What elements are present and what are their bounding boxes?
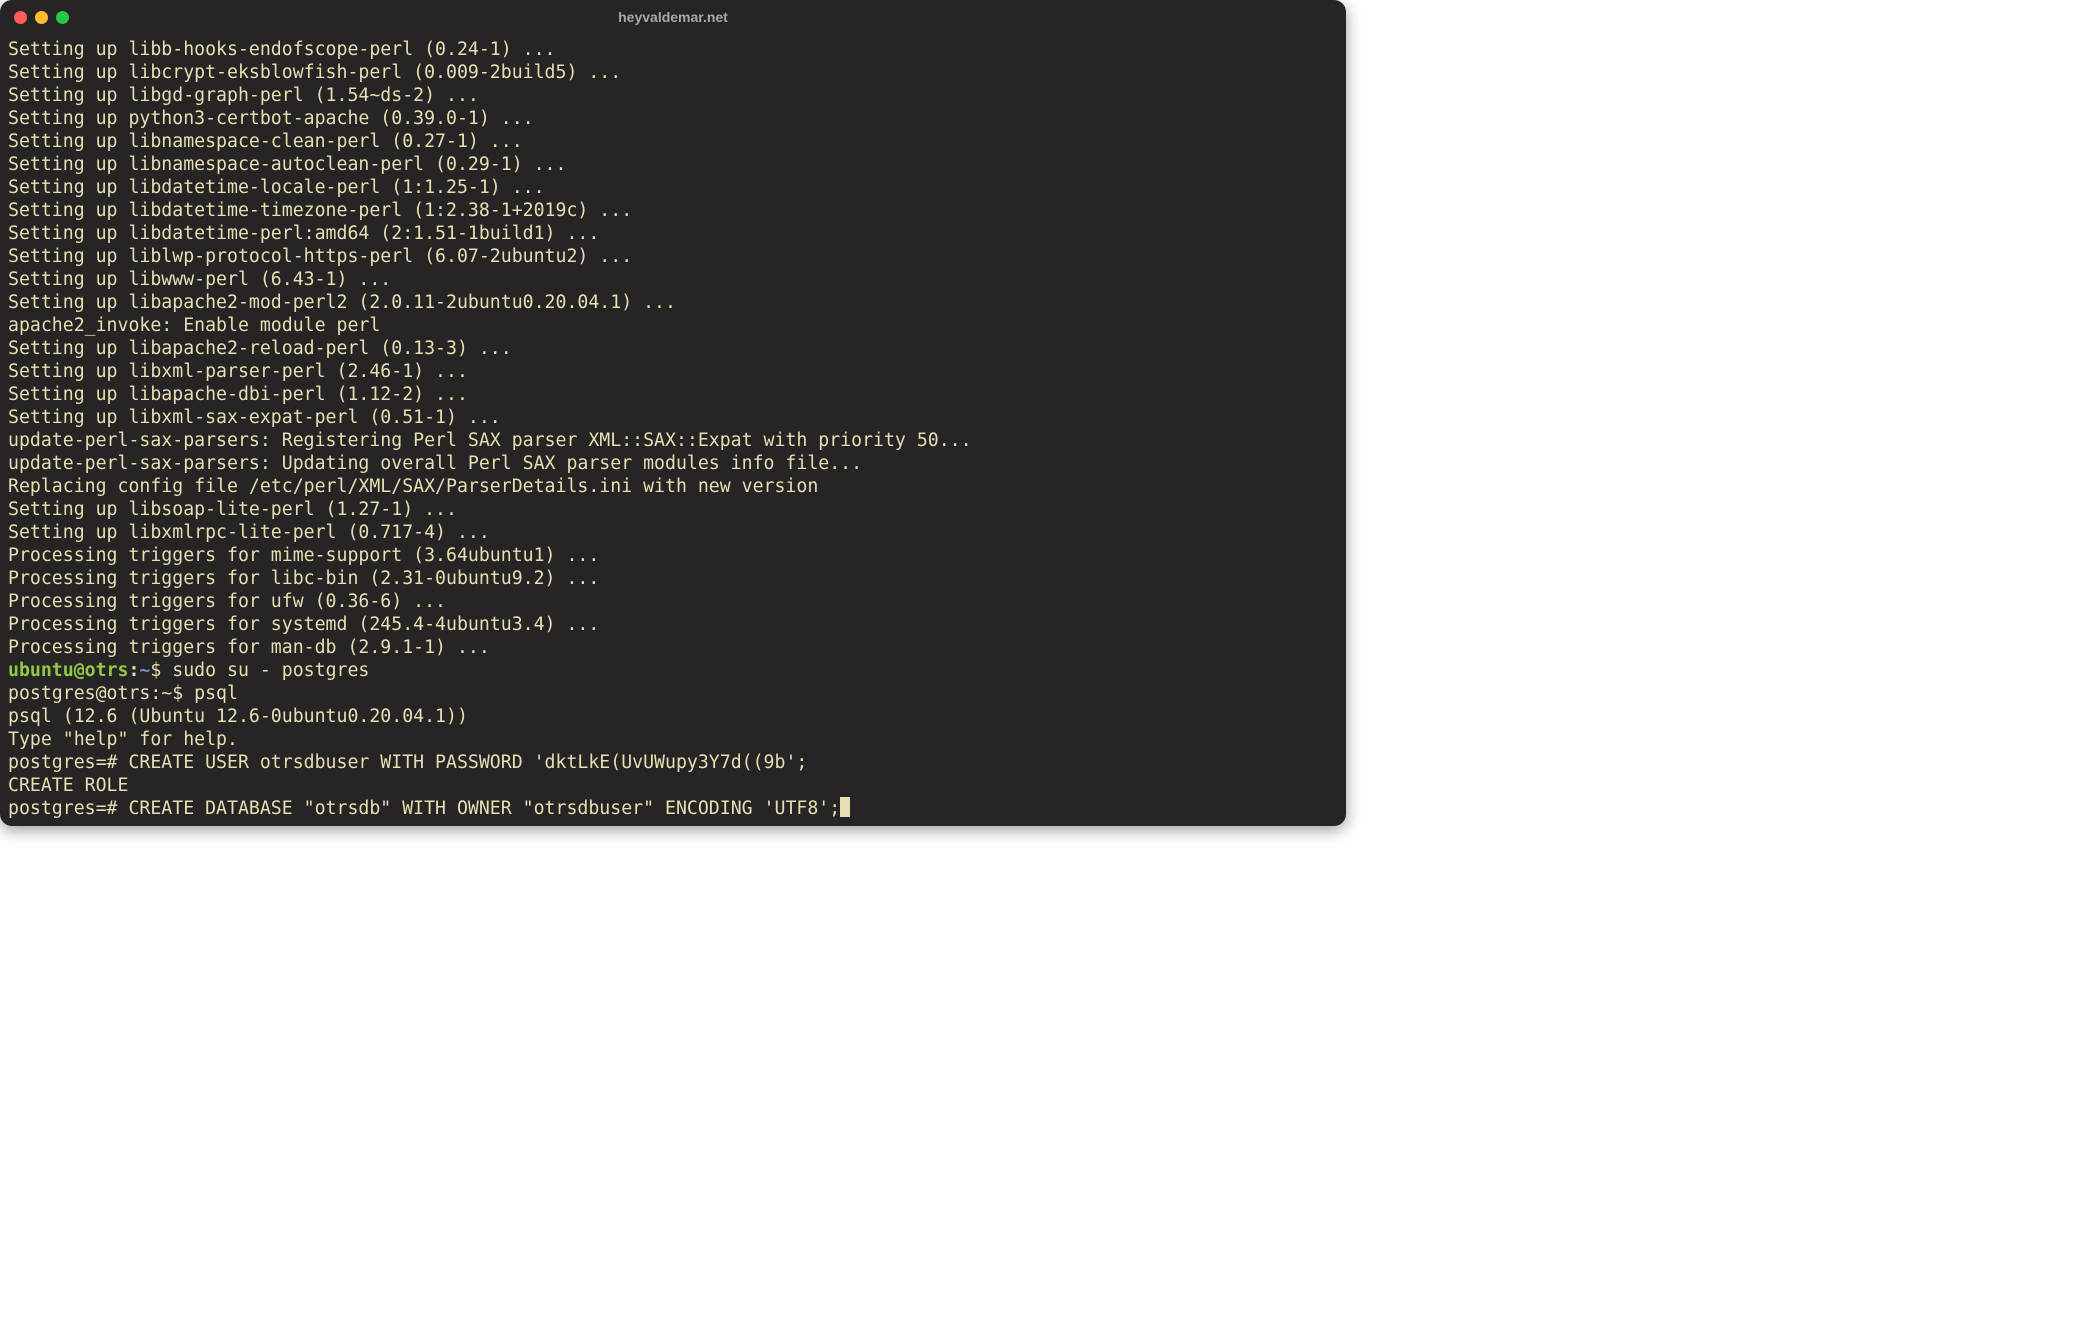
close-icon[interactable] (14, 11, 27, 24)
terminal-window: heyvaldemar.net Setting up libb-hooks-en… (0, 0, 1346, 826)
output-line: Setting up libgd-graph-perl (1.54~ds-2) … (8, 84, 1338, 107)
output-line: Processing triggers for man-db (2.9.1-1)… (8, 636, 1338, 659)
output-line: Processing triggers for ufw (0.36-6) ... (8, 590, 1338, 613)
output-line: Processing triggers for systemd (245.4-4… (8, 613, 1338, 636)
psql-prompt: postgres=# (8, 798, 128, 819)
command-input[interactable]: sudo su - postgres (172, 660, 369, 681)
output-line: Setting up libdatetime-perl:amd64 (2:1.5… (8, 222, 1338, 245)
window-title: heyvaldemar.net (0, 9, 1346, 25)
output-line: update-perl-sax-parsers: Updating overal… (8, 452, 1338, 475)
output-line: Setting up libxml-parser-perl (2.46-1) .… (8, 360, 1338, 383)
output-line: Setting up libsoap-lite-perl (1.27-1) ..… (8, 498, 1338, 521)
output-line: Setting up libxml-sax-expat-perl (0.51-1… (8, 406, 1338, 429)
output-line: update-perl-sax-parsers: Registering Per… (8, 429, 1338, 452)
prompt-prefix: postgres@otrs:~$ (8, 683, 194, 704)
output-line: Setting up liblwp-protocol-https-perl (6… (8, 245, 1338, 268)
prompt-user: ubuntu (8, 660, 74, 681)
terminal-body[interactable]: Setting up libb-hooks-endofscope-perl (0… (0, 34, 1346, 826)
output-line: Setting up python3-certbot-apache (0.39.… (8, 107, 1338, 130)
prompt-line: ubuntu@otrs:~$ sudo su - postgres (8, 659, 1338, 682)
prompt-line: postgres=# CREATE USER otrsdbuser WITH P… (8, 751, 1338, 774)
output-line: CREATE ROLE (8, 774, 1338, 797)
output-line: Setting up libnamespace-clean-perl (0.27… (8, 130, 1338, 153)
output-line: Setting up libnamespace-autoclean-perl (… (8, 153, 1338, 176)
command-input[interactable]: CREATE DATABASE "otrsdb" WITH OWNER "otr… (128, 798, 840, 819)
prompt-sep: : (128, 660, 139, 681)
titlebar: heyvaldemar.net (0, 0, 1346, 34)
output-line: apache2_invoke: Enable module perl (8, 314, 1338, 337)
output-line: Setting up libxmlrpc-lite-perl (0.717-4)… (8, 521, 1338, 544)
output-line: Setting up libdatetime-timezone-perl (1:… (8, 199, 1338, 222)
output-line: Setting up libapache2-reload-perl (0.13-… (8, 337, 1338, 360)
output-line: Setting up libwww-perl (6.43-1) ... (8, 268, 1338, 291)
prompt-path: ~ (139, 660, 150, 681)
cursor-icon (840, 797, 850, 817)
prompt-symbol: $ (150, 660, 172, 681)
prompt-line: postgres=# CREATE DATABASE "otrsdb" WITH… (8, 797, 1338, 820)
output-line: Processing triggers for libc-bin (2.31-0… (8, 567, 1338, 590)
output-line: Setting up libb-hooks-endofscope-perl (0… (8, 38, 1338, 61)
output-line: Setting up libcrypt-eksblowfish-perl (0.… (8, 61, 1338, 84)
output-line: psql (12.6 (Ubuntu 12.6-0ubuntu0.20.04.1… (8, 705, 1338, 728)
output-line: Processing triggers for mime-support (3.… (8, 544, 1338, 567)
command-input[interactable]: CREATE USER otrsdbuser WITH PASSWORD 'dk… (128, 752, 807, 773)
output-line: Setting up libdatetime-locale-perl (1:1.… (8, 176, 1338, 199)
psql-prompt: postgres=# (8, 752, 128, 773)
output-line: Type "help" for help. (8, 728, 1338, 751)
traffic-lights (14, 11, 69, 24)
prompt-line: postgres@otrs:~$ psql (8, 682, 1338, 705)
prompt-host: otrs (85, 660, 129, 681)
command-input[interactable]: psql (194, 683, 238, 704)
prompt-at: @ (74, 660, 85, 681)
minimize-icon[interactable] (35, 11, 48, 24)
zoom-icon[interactable] (56, 11, 69, 24)
output-line: Setting up libapache-dbi-perl (1.12-2) .… (8, 383, 1338, 406)
output-line: Replacing config file /etc/perl/XML/SAX/… (8, 475, 1338, 498)
output-line: Setting up libapache2-mod-perl2 (2.0.11-… (8, 291, 1338, 314)
